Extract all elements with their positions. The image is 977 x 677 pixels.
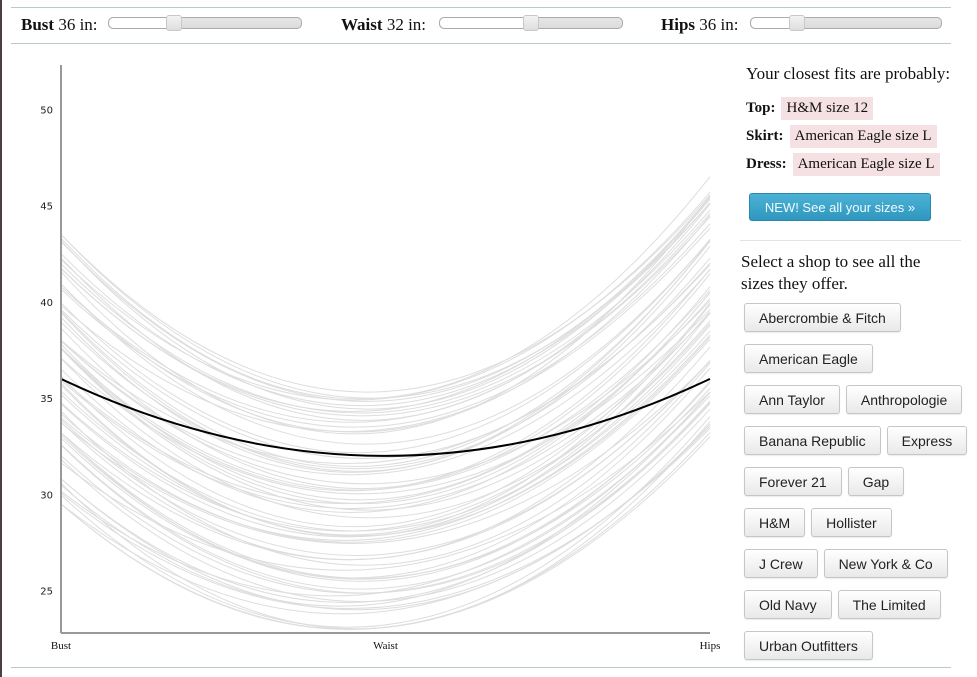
bust-slider[interactable]	[108, 15, 302, 31]
hips-slider-thumb[interactable]	[788, 15, 805, 31]
shop-button[interactable]: Ann Taylor	[744, 385, 840, 414]
bust-slider-fill	[109, 18, 175, 28]
shop-button[interactable]: J Crew	[744, 549, 818, 578]
size-curve	[60, 408, 711, 602]
x-category-label: Bust	[51, 640, 71, 652]
fit-value-skirt: American Eagle size L	[789, 125, 937, 148]
shop-button[interactable]: Old Navy	[744, 590, 832, 619]
y-tick-labels: 25 30 35 40 45 50	[40, 105, 53, 597]
size-curve	[60, 391, 711, 590]
fit-label-skirt: Skirt:	[746, 128, 784, 144]
shop-button-list: Abercrombie & Fitch American Eagle Ann Tay…	[744, 303, 969, 666]
size-curve	[60, 380, 711, 582]
bust-slider-thumb[interactable]	[166, 15, 183, 31]
fit-value-top: H&M size 12	[781, 97, 874, 120]
shop-button[interactable]: New York & Co	[823, 549, 948, 578]
y-tick-label: 30	[40, 490, 53, 501]
hips-control: Hips 36 in:	[661, 8, 738, 42]
fit-row-skirt: Skirt: American Eagle size L	[746, 125, 937, 148]
shop-button[interactable]: Gap	[847, 467, 905, 496]
shop-button[interactable]: The Limited	[837, 590, 941, 619]
fit-label-top: Top:	[746, 100, 776, 116]
x-category-label: Waist	[373, 640, 398, 652]
size-curve	[60, 416, 711, 628]
waist-control: Waist 32 in:	[341, 8, 426, 42]
fit-label-dress: Dress:	[746, 156, 787, 172]
bust-control: Bust 36 in:	[21, 8, 98, 42]
waist-slider-thumb[interactable]	[523, 15, 539, 31]
waist-slider[interactable]	[439, 15, 623, 31]
sidebar-divider	[740, 240, 961, 241]
size-curve	[60, 257, 711, 470]
window-edge	[0, 0, 2, 677]
divider-controls	[11, 43, 951, 44]
shop-button[interactable]: Express	[886, 426, 968, 455]
y-tick-label: 45	[40, 202, 53, 213]
x-category-labels: Bust Waist Hips	[51, 640, 720, 652]
y-tick-label: 50	[40, 105, 53, 116]
shop-button[interactable]: Hollister	[811, 508, 892, 537]
hips-label: Hips 36 in:	[661, 15, 739, 34]
size-curve	[60, 245, 711, 472]
shop-button[interactable]: H&M	[744, 508, 806, 537]
bust-label: Bust 36 in:	[21, 15, 98, 34]
measurement-chart: 25 30 35 40 45 50 Bust Waist Hips	[40, 65, 720, 652]
hips-slider[interactable]	[750, 15, 942, 31]
shop-select-prompt: Select a shop to see all the sizes they …	[741, 252, 921, 293]
fit-value-dress: American Eagle size L	[792, 153, 940, 176]
measurement-controls: Bust 36 in: Waist 32 in: Hips 36 in:	[11, 8, 951, 42]
x-category-label: Hips	[700, 640, 721, 652]
size-curve	[60, 336, 711, 537]
y-tick-label: 25	[40, 587, 53, 598]
size-curve	[60, 192, 711, 401]
see-all-sizes-button[interactable]: NEW! See all your sizes »	[749, 193, 931, 221]
size-curve	[60, 196, 711, 412]
shop-button[interactable]: Urban Outfitters	[744, 631, 873, 660]
size-curves-group	[60, 176, 711, 630]
size-curve	[60, 239, 711, 445]
shop-button[interactable]: American Eagle	[744, 344, 873, 373]
shop-button[interactable]: Banana Republic	[744, 426, 881, 455]
waist-slider-fill	[440, 18, 531, 28]
fits-title: Your closest fits are probably:	[746, 64, 951, 83]
shop-button[interactable]: Anthropologie	[845, 385, 963, 414]
fit-row-dress: Dress: American Eagle size L	[746, 153, 940, 176]
y-tick-label: 35	[40, 394, 53, 405]
fit-row-top: Top: H&M size 12	[746, 97, 874, 120]
size-curve	[60, 202, 711, 407]
shop-button[interactable]: Forever 21	[744, 467, 842, 496]
waist-label: Waist 32 in:	[341, 15, 427, 34]
divider-bottom	[11, 667, 951, 668]
y-tick-label: 40	[40, 298, 53, 309]
size-curve	[60, 239, 711, 473]
shop-button[interactable]: Abercrombie & Fitch	[744, 303, 901, 332]
